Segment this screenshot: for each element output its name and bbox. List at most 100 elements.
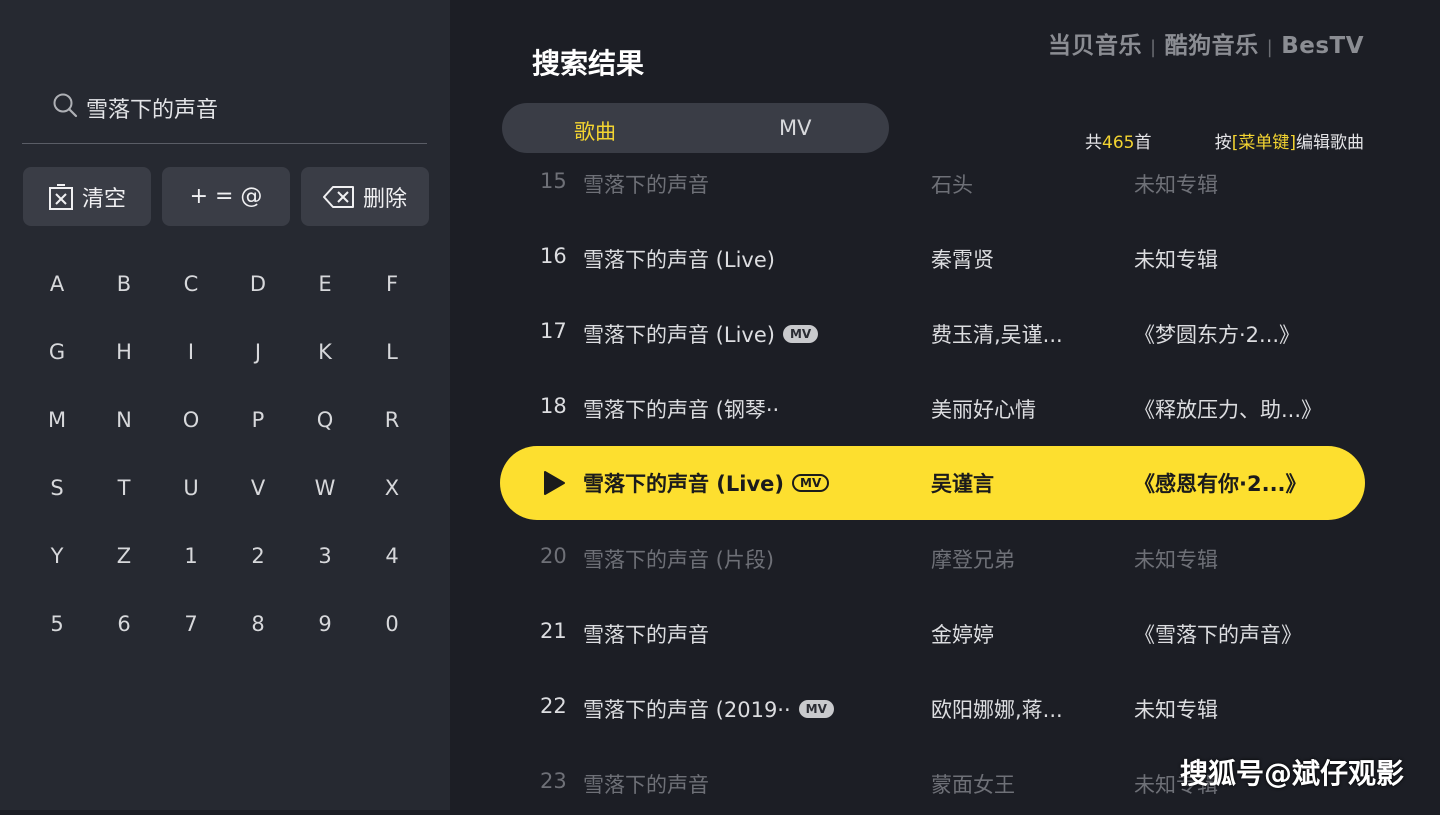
key-u[interactable]: U [166,476,216,500]
song-number: 20 [540,544,567,568]
song-title-cell: 雪落下的声音 (Live) MV [583,468,830,498]
song-row[interactable]: 21 雪落下的声音 金婷婷 《雪落下的声音》 [500,605,1365,665]
mv-badge: MV [782,325,819,343]
song-title-cell: 雪落下的声音 (Live) MV [583,319,819,349]
song-artist: 石头 [931,173,973,197]
key-k[interactable]: K [300,340,350,364]
brand-logos: 当贝音乐 | 酷狗音乐 | BesTV [1048,33,1364,59]
page-title: 搜索结果 [532,47,645,80]
song-number: 22 [540,694,567,718]
key-r[interactable]: R [367,408,417,432]
song-row[interactable]: 20 雪落下的声音 (片段) 摩登兄弟 未知专辑 [500,530,1365,590]
backspace-icon [322,185,354,208]
key-3[interactable]: 3 [300,544,350,568]
delete-label: 删除 [362,186,407,212]
key-8[interactable]: 8 [233,612,283,636]
song-title: 雪落下的声音 [583,173,709,197]
search-box[interactable]: 雪落下的声音 [22,80,427,144]
key-a[interactable]: A [32,272,82,296]
result-count-value: 465 [1102,133,1135,153]
song-number: 17 [540,319,567,343]
menu-hint: 按[菜单键]编辑歌曲 [1214,133,1364,153]
brand-dangbei: 当贝音乐 [1048,33,1143,59]
key-q[interactable]: Q [300,408,350,432]
song-title-cell: 雪落下的声音 [583,619,709,649]
mv-badge: MV [792,474,830,492]
song-title: 雪落下的声音 (Live) [583,323,775,347]
key-w[interactable]: W [300,476,350,500]
key-i[interactable]: I [166,340,216,364]
tab-songs[interactable]: 歌曲 [574,116,616,146]
search-icon [53,93,78,118]
song-artist: 吴谨言 [931,472,994,496]
key-n[interactable]: N [99,408,149,432]
song-row[interactable]: 16 雪落下的声音 (Live) 秦霄贤 未知专辑 [500,230,1365,290]
key-7[interactable]: 7 [166,612,216,636]
key-g[interactable]: G [32,340,82,364]
song-title: 雪落下的声音 (Live) [583,472,785,496]
symbols-button[interactable]: + = @ [162,167,290,226]
song-title: 雪落下的声音 (Live) [583,248,775,272]
song-row[interactable]: 18 雪落下的声音 (钢琴·· 美丽好心情 《释放压力、助...》 [500,380,1365,440]
song-title-cell: 雪落下的声音 [583,169,709,199]
song-artist: 美丽好心情 [931,398,1036,422]
key-y[interactable]: Y [32,544,82,568]
key-d[interactable]: D [233,272,283,296]
keyboard-panel: 雪落下的声音 清空 + = @ 删除 ABCDEF GHIJKL MNOPQR STU… [0,0,450,810]
key-j[interactable]: J [233,340,283,364]
key-x[interactable]: X [367,476,417,500]
song-row[interactable]: 22 雪落下的声音 (2019·· MV 欧阳娜娜,蒋... 未知专辑 [500,680,1365,740]
song-row[interactable]: 17 雪落下的声音 (Live) MV 费玉清,吴谨... 《梦圆东方·2...》 [500,305,1365,365]
key-f[interactable]: F [367,272,417,296]
key-0[interactable]: 0 [367,612,417,636]
key-4[interactable]: 4 [367,544,417,568]
key-6[interactable]: 6 [99,612,149,636]
delete-button[interactable]: 删除 [301,167,429,226]
song-title: 雪落下的声音 [583,623,709,647]
key-1[interactable]: 1 [166,544,216,568]
key-5[interactable]: 5 [32,612,82,636]
song-title-cell: 雪落下的声音 (Live) [583,244,775,274]
key-p[interactable]: P [233,408,283,432]
key-o[interactable]: O [166,408,216,432]
tab-mv[interactable]: MV [779,116,811,140]
song-album: 未知专辑 [1134,548,1218,572]
key-t[interactable]: T [99,476,149,500]
song-title: 雪落下的声音 (片段) [583,548,775,572]
song-title-cell: 雪落下的声音 [583,769,709,799]
song-number: 15 [540,169,567,193]
key-s[interactable]: S [32,476,82,500]
song-artist: 摩登兄弟 [931,548,1015,572]
song-number: 18 [540,394,567,418]
song-title-cell: 雪落下的声音 (2019·· MV [583,694,834,724]
key-c[interactable]: C [166,272,216,296]
clear-button[interactable]: 清空 [23,167,151,226]
song-album: 《释放压力、助...》 [1134,398,1323,422]
song-title: 雪落下的声音 (钢琴·· [583,398,780,422]
play-icon [544,471,565,495]
song-album: 《感恩有你·2...》 [1134,472,1307,496]
song-row[interactable]: 15 雪落下的声音 石头 未知专辑 [500,155,1365,215]
song-artist: 费玉清,吴谨... [931,323,1063,347]
search-query: 雪落下的声音 [86,98,219,123]
key-e[interactable]: E [300,272,350,296]
key-b[interactable]: B [99,272,149,296]
mv-badge: MV [798,700,834,718]
song-album: 《雪落下的声音》 [1134,623,1302,647]
song-album: 未知专辑 [1134,173,1218,197]
key-z[interactable]: Z [99,544,149,568]
key-2[interactable]: 2 [233,544,283,568]
key-9[interactable]: 9 [300,612,350,636]
song-album: 未知专辑 [1134,248,1218,272]
song-row-selected[interactable]: 19雪落下的声音 (Live)MV吴谨言《感恩有你·2...》 [500,446,1365,520]
clear-icon [48,183,73,210]
symbols-label: + = @ [189,184,263,209]
key-m[interactable]: M [32,408,82,432]
clear-label: 清空 [81,186,126,212]
key-l[interactable]: L [367,340,417,364]
song-number: 23 [540,769,567,793]
key-h[interactable]: H [99,340,149,364]
key-v[interactable]: V [233,476,283,500]
result-tabs: 歌曲 MV [502,103,889,153]
song-artist: 金婷婷 [931,623,994,647]
